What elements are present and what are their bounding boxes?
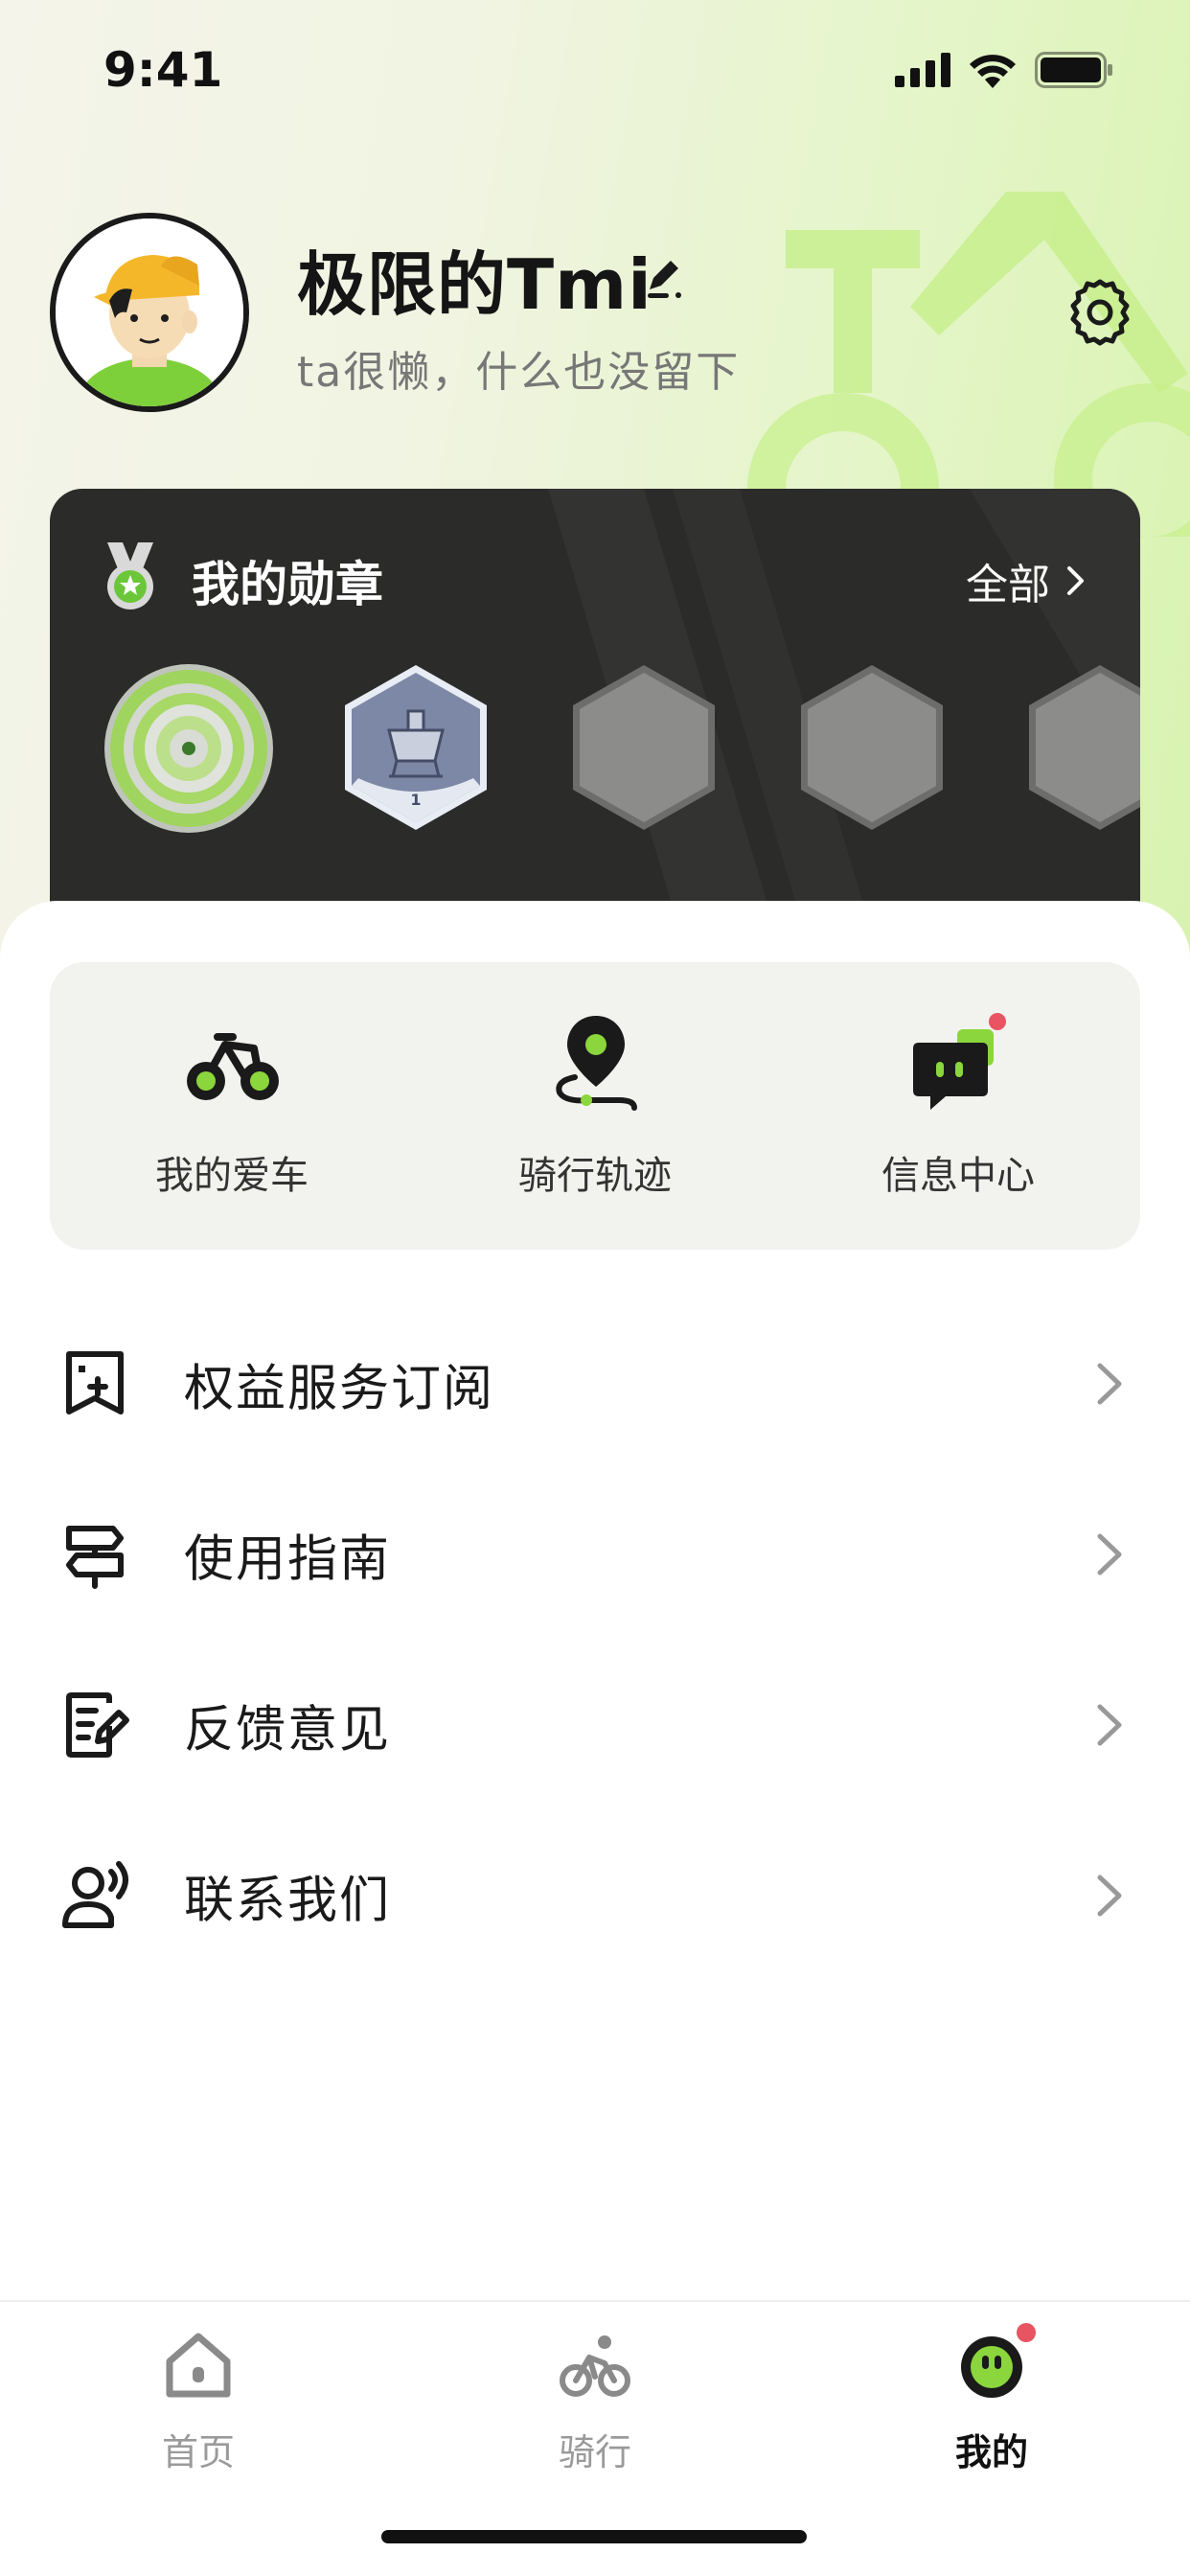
quick-action-label: 我的爱车 <box>155 1154 309 1198</box>
home-icon <box>166 2333 231 2398</box>
medal-silver-1[interactable]: 1 <box>339 661 492 834</box>
menu-item-contact-us[interactable]: 联系我们 <box>0 1810 1190 1981</box>
chevron-right-icon <box>1097 1704 1122 1746</box>
bicycle-icon <box>187 1033 279 1100</box>
tab-riding[interactable]: 骑行 <box>397 2321 793 2503</box>
profile-bio: ta很懒，什么也没留下 <box>297 348 741 397</box>
quick-action-label: 信息中心 <box>881 1154 1035 1198</box>
menu-item-feedback[interactable]: 反馈意见 <box>0 1640 1190 1810</box>
quick-action-my-bike[interactable]: 我的爱车 <box>50 962 414 1250</box>
feedback-icon <box>66 1692 129 1758</box>
nickname: 极限的Tmi <box>297 244 652 325</box>
battery-icon <box>1035 52 1112 88</box>
medal-locked[interactable] <box>1023 661 1140 834</box>
tab-home[interactable]: 首页 <box>0 2321 397 2503</box>
avatar[interactable] <box>50 213 249 412</box>
quick-action-message-center[interactable]: 信息中心 <box>776 962 1140 1250</box>
menu-item-label: 使用指南 <box>184 1530 392 1589</box>
menu-item-label: 反馈意见 <box>184 1701 392 1760</box>
status-bar: 9:41 <box>0 0 1190 144</box>
medal-section-title: 我的勋章 <box>192 557 383 612</box>
profile-face-icon <box>961 2323 1036 2398</box>
subscription-icon <box>66 1351 124 1414</box>
menu-item-subscription[interactable]: 权益服务订阅 <box>0 1299 1190 1469</box>
decorative-bike-graphic <box>747 192 1190 537</box>
route-pin-icon <box>556 1016 637 1111</box>
tab-label: 我的 <box>954 2431 1028 2473</box>
medal-locked[interactable] <box>567 661 721 834</box>
tab-mine[interactable]: 我的 <box>793 2321 1190 2503</box>
medal-title-icon <box>107 542 153 610</box>
quick-actions-panel: 我的爱车 骑行轨迹 信息中心 <box>50 962 1140 1250</box>
medal-view-all-link[interactable]: 全部 <box>966 550 1087 611</box>
medal-green-ring[interactable] <box>102 661 276 836</box>
settings-gear-icon[interactable] <box>1065 278 1134 347</box>
home-indicator <box>381 2530 807 2543</box>
chevron-right-icon <box>1097 1533 1122 1576</box>
quick-action-ride-track[interactable]: 骑行轨迹 <box>413 962 777 1250</box>
menu-item-user-guide[interactable]: 使用指南 <box>0 1469 1190 1640</box>
tab-label: 骑行 <box>558 2431 631 2473</box>
message-center-icon <box>913 1013 1006 1110</box>
notification-badge-dot <box>989 1013 1006 1030</box>
menu-item-label: 权益服务订阅 <box>184 1360 495 1418</box>
cellular-signal-icon <box>895 53 950 87</box>
signpost-icon <box>66 1526 124 1589</box>
edit-nickname-icon[interactable] <box>644 251 690 301</box>
medal-level-text: 1 <box>410 791 421 809</box>
content-sheet: 我的爱车 骑行轨迹 信息中心 权益服务订阅 使用指南 反馈意见 联系我们 <box>0 901 1190 2300</box>
contact-icon <box>62 1861 128 1928</box>
status-icons <box>895 52 1113 88</box>
status-time: 9:41 <box>103 42 223 98</box>
riding-icon <box>560 2335 630 2397</box>
chevron-right-icon <box>1097 1874 1122 1917</box>
menu-item-label: 联系我们 <box>184 1872 392 1930</box>
chevron-right-icon <box>1067 566 1084 595</box>
notification-badge-dot <box>1017 2323 1036 2342</box>
quick-action-label: 骑行轨迹 <box>518 1154 672 1198</box>
avatar-illustration <box>56 218 243 406</box>
tab-label: 首页 <box>161 2431 235 2473</box>
wifi-icon <box>970 55 1016 88</box>
medal-card: 我的勋章 全部 1 <box>50 489 1140 939</box>
medal-view-all-label: 全部 <box>966 561 1050 610</box>
medal-locked[interactable] <box>795 661 949 834</box>
chevron-right-icon <box>1097 1363 1122 1405</box>
